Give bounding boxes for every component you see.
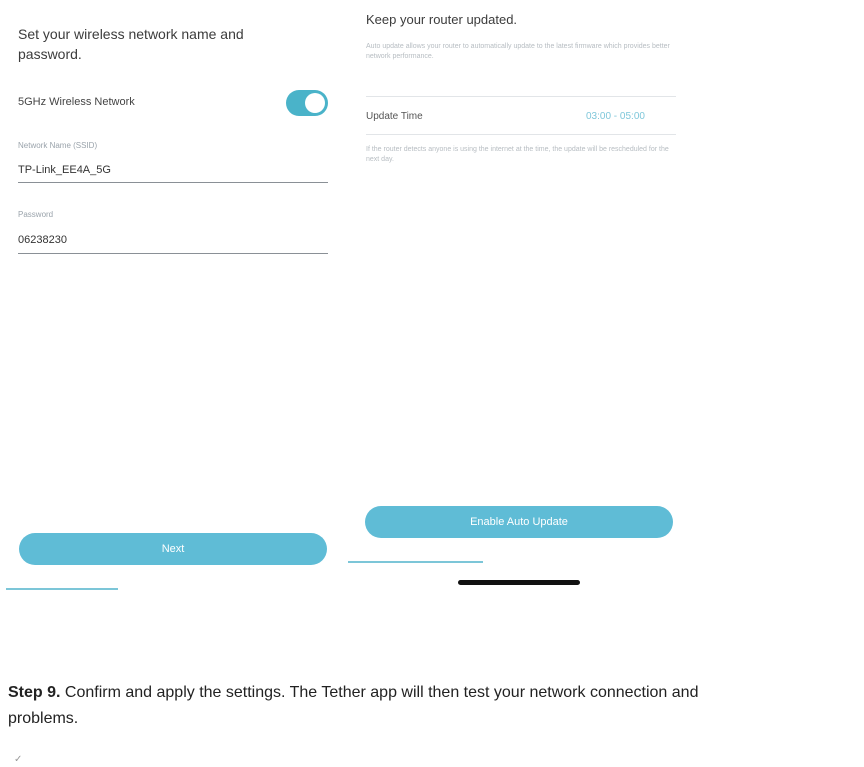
password-label: Password [18,210,54,219]
wifi-setup-title: Set your wireless network name and passw… [18,26,244,62]
setup-progress-bar [6,588,344,590]
home-indicator [458,580,580,585]
update-progress-fill [348,561,484,563]
divider-bottom [366,134,676,135]
enable-auto-update-button[interactable]: Enable Auto Update [365,506,673,538]
pen-mark-icon: ✓ [14,754,23,765]
step-number: Step 9. [8,684,61,701]
network-name-label: Network Name (SSID) [18,141,98,150]
update-time-value[interactable]: 03:00 - 05:00 [586,111,645,122]
network-name-field[interactable]: TP-Link_EE4A_5G [18,164,111,176]
step-caption: Step 9. Confirm and apply the settings. … [8,680,864,732]
password-field[interactable]: 06238230 [18,234,67,246]
divider-top [366,96,676,97]
auto-update-title: Keep your router updated. [366,12,518,27]
password-underline [18,253,328,254]
toggle-knob [305,93,325,113]
band-toggle-label: 5GHz Wireless Network [18,96,135,108]
step-text-line2: problems. [8,710,79,727]
setup-progress-fill [6,588,118,590]
band-toggle[interactable] [286,90,328,116]
update-time-label: Update Time [366,111,423,122]
network-name-underline [18,182,328,183]
auto-update-description: Auto update allows your router to automa… [366,43,670,60]
update-progress-bar [348,561,686,563]
next-button[interactable]: Next [19,533,327,565]
reschedule-note: If the router detects anyone is using th… [366,146,669,163]
step-text: Confirm and apply the settings. The Teth… [60,684,699,701]
